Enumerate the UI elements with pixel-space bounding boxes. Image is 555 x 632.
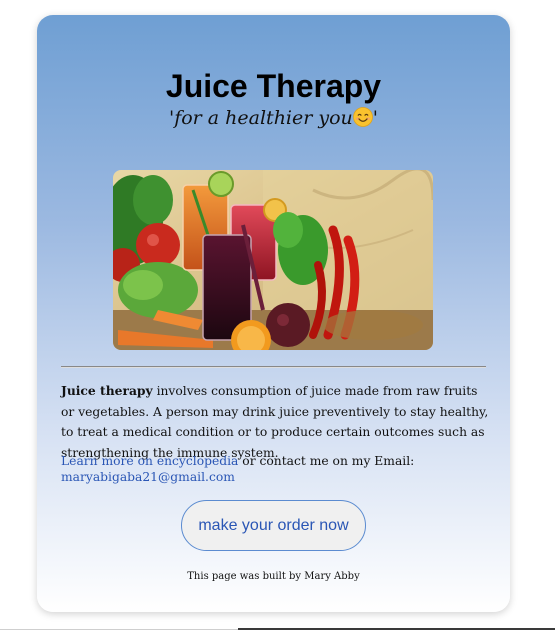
page-title: Juice Therapy	[165, 68, 382, 104]
tagline-text: 'for a healthier you	[168, 107, 353, 129]
description-paragraph: Juice therapy involves consumption of ju…	[61, 381, 489, 463]
horizontal-scrollbar[interactable]	[238, 628, 555, 630]
description-bold-term: Juice therapy	[61, 383, 153, 398]
contact-line: Learn more on encyclopedia or contact me…	[61, 453, 489, 485]
footer-credit: This page was built by Mary Abby	[187, 571, 360, 582]
make-order-button[interactable]: make your order now	[181, 500, 366, 551]
encyclopedia-link[interactable]: Learn more on encyclopedia	[61, 454, 238, 468]
divider	[61, 366, 486, 368]
tagline: 'for a healthier you '	[37, 107, 510, 129]
smiling-face-icon	[352, 107, 373, 127]
email-link[interactable]: maryabigaba21@gmail.com	[61, 470, 235, 484]
content-card: Juice Therapy 'for a healthier you ' Jui…	[37, 15, 510, 612]
scrollbar-track	[0, 629, 238, 630]
tagline-close: '	[372, 107, 379, 129]
contact-text: or contact me on my Email:	[238, 454, 415, 468]
juice-vegetables-photo	[113, 170, 433, 350]
